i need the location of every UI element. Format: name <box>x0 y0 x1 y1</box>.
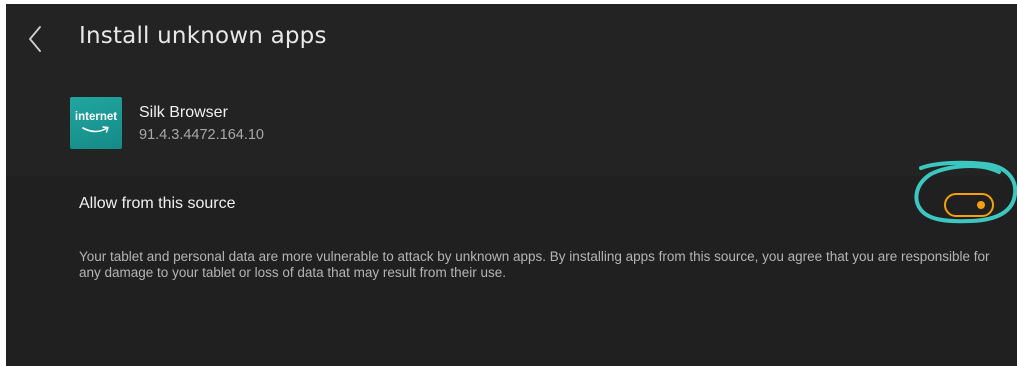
back-button[interactable] <box>20 22 50 56</box>
settings-screen: Install unknown apps internet Silk Brows… <box>6 4 1017 366</box>
smile-arrow-icon <box>82 126 109 133</box>
app-name: Silk Browser <box>139 104 228 121</box>
app-header: Install unknown apps internet Silk Brows… <box>6 4 1017 176</box>
silk-browser-icon: internet <box>70 97 122 149</box>
security-warning-text: Your tablet and personal data are more v… <box>79 249 990 280</box>
toggle-knob <box>977 201 985 209</box>
chevron-left-icon <box>29 26 41 52</box>
page-title: Install unknown apps <box>79 23 327 49</box>
allow-from-source-toggle[interactable] <box>944 193 994 217</box>
allow-from-source-label: Allow from this source <box>79 195 236 212</box>
app-version: 91.4.3.4472.164.10 <box>139 127 264 143</box>
allow-from-source-row[interactable]: Allow from this source <box>6 160 1017 236</box>
app-icon-label: internet <box>74 111 118 123</box>
